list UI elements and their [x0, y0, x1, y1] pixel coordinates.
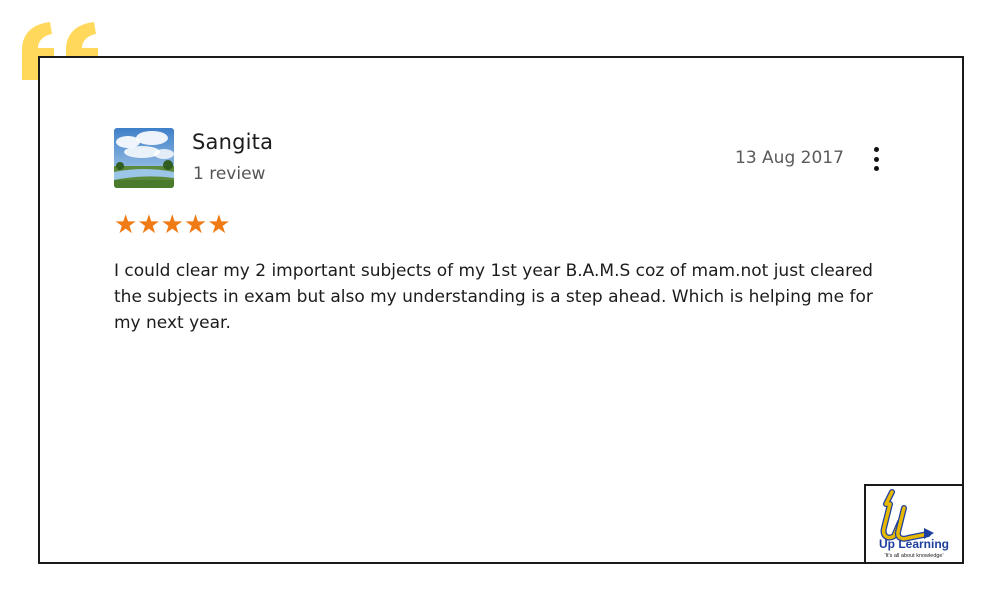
- avatar[interactable]: [114, 128, 174, 188]
- logo-name: Up Learning: [879, 537, 949, 551]
- review-count: 1 review: [193, 164, 266, 184]
- review-text: I could clear my 2 important subjects of…: [114, 261, 873, 333]
- review-card: Sangita 1 review 13 Aug 2017 ★★★★★ I cou…: [38, 56, 964, 564]
- reviewer-name[interactable]: Sangita: [192, 130, 273, 154]
- more-vertical-icon-dot: [873, 147, 879, 152]
- more-vertical-icon-dot: [873, 166, 879, 171]
- more-vertical-icon-dot: [873, 156, 879, 162]
- more-options-button[interactable]: [868, 144, 884, 174]
- logo-tagline: 'It's all about knowledge': [884, 553, 943, 559]
- review-date: 13 Aug 2017: [735, 148, 844, 168]
- testimonial-page: Sangita 1 review 13 Aug 2017 ★★★★★ I cou…: [0, 0, 1000, 600]
- star-rating: ★★★★★: [114, 210, 231, 240]
- up-learning-logo: Up Learning 'It's all about knowledge': [864, 484, 964, 564]
